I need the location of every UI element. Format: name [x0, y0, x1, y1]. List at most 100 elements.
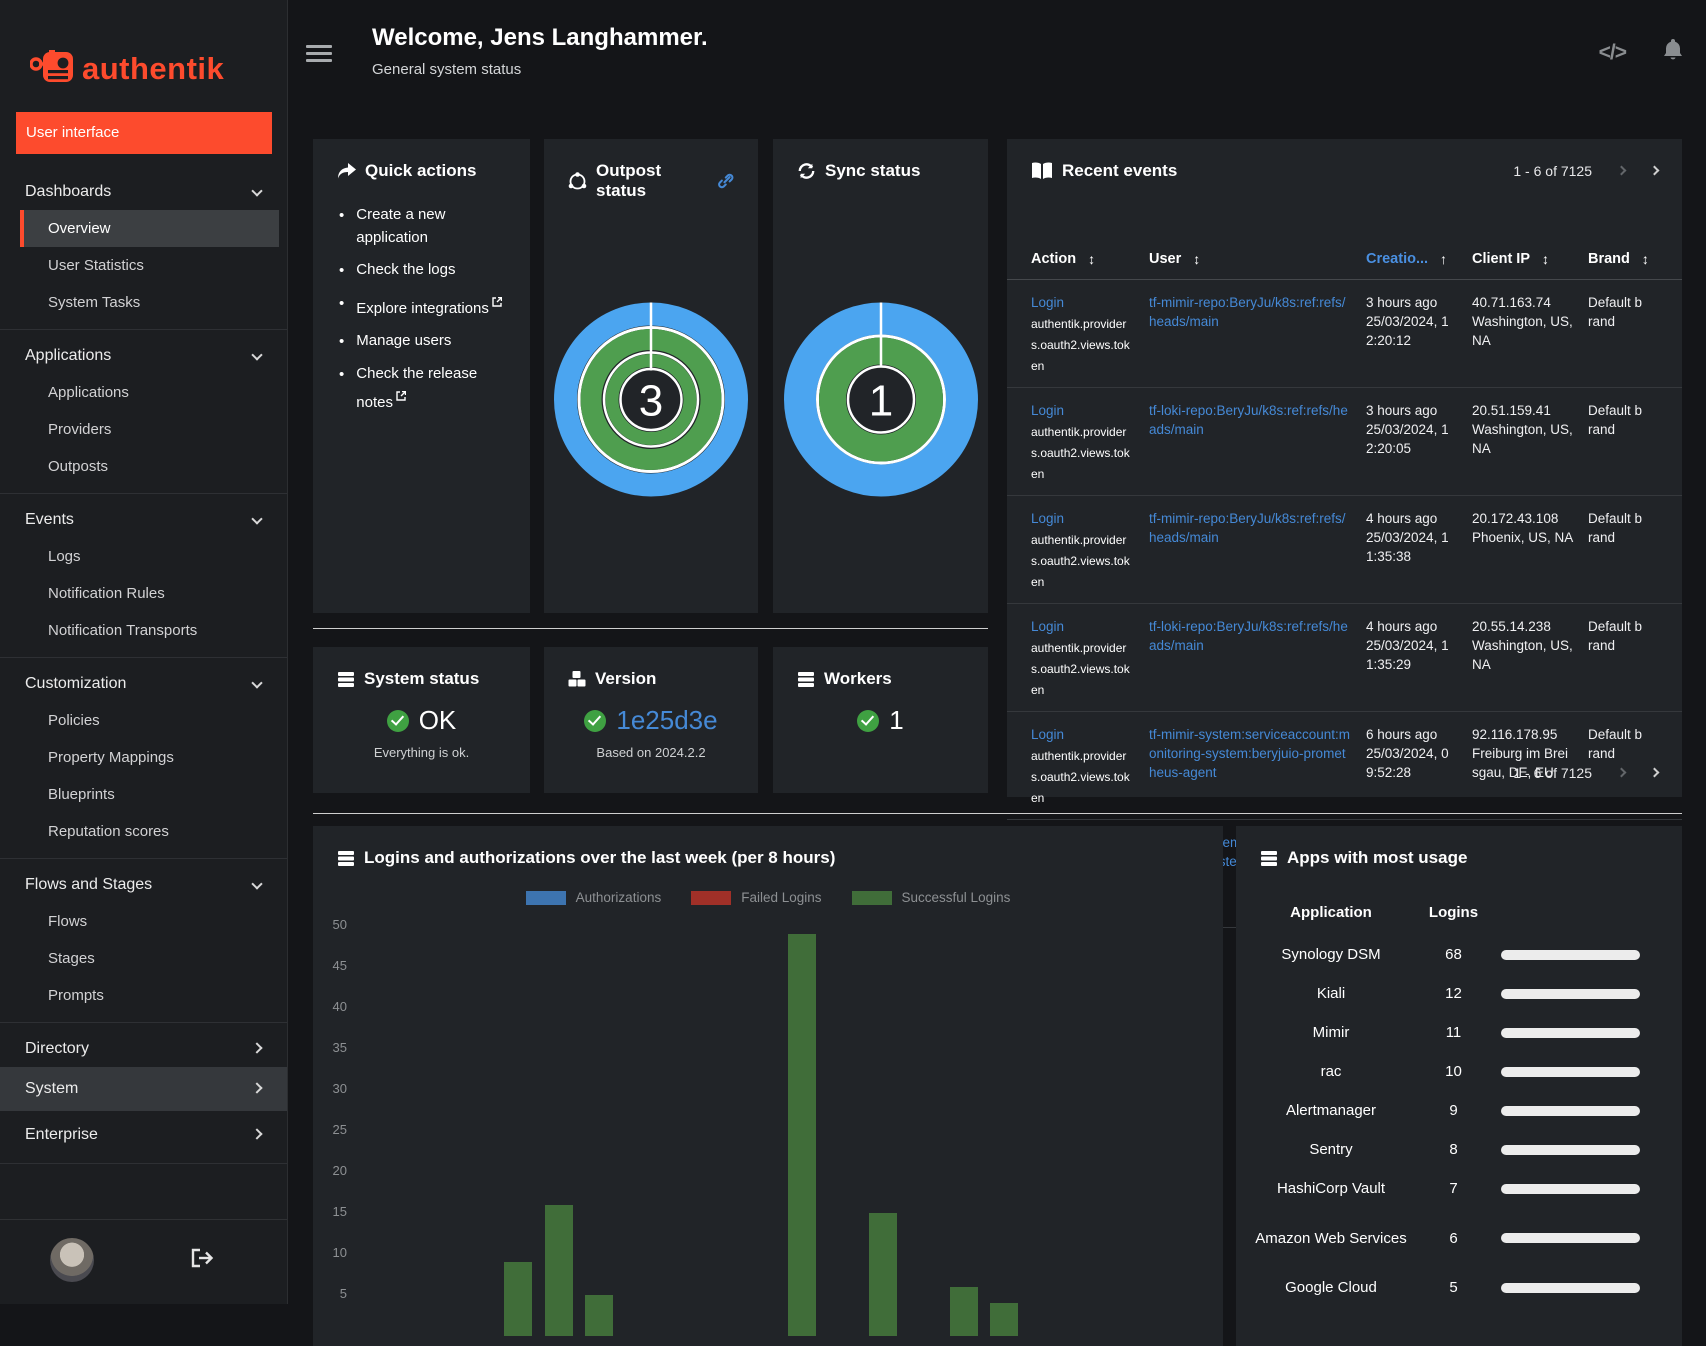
sidebar-item[interactable]: System Tasks [0, 284, 287, 321]
sidebar-item[interactable]: Providers [0, 411, 287, 448]
sidebar-group-header[interactable]: Customization [0, 660, 287, 702]
sidebar-group-items: Policies Property Mappings Blueprints Re… [0, 702, 287, 850]
chart-bar[interactable] [585, 1295, 613, 1336]
sidebar-item[interactable]: Blueprints [0, 776, 287, 813]
column-header[interactable]: Client IP ↕ [1472, 241, 1588, 279]
sidebar-item[interactable]: Stages [0, 940, 287, 977]
event-user-link[interactable]: tf-mimir-system:serviceaccount:monitorin… [1149, 727, 1350, 780]
chevron-icon [251, 513, 263, 525]
event-action-link[interactable]: Login [1031, 295, 1064, 310]
system-status-value: OK [418, 705, 457, 735]
event-action-link[interactable]: Login [1031, 619, 1064, 634]
sidebar-item[interactable]: Prompts [0, 977, 287, 1014]
bullet-icon: • [339, 262, 345, 279]
sidebar-group-header[interactable]: Dashboards [0, 168, 287, 210]
quick-action-link[interactable]: Manage users [356, 329, 451, 353]
sidebar-item[interactable]: Reputation scores [0, 813, 287, 850]
column-header[interactable]: Creatio... ↑ [1366, 241, 1472, 279]
event-action-link[interactable]: Login [1031, 727, 1064, 742]
sidebar-item[interactable]: Applications [0, 374, 287, 411]
sort-icon[interactable]: ↕ [1642, 251, 1649, 267]
sidebar-item[interactable]: Property Mappings [0, 739, 287, 776]
quick-action-link[interactable]: Explore integrations [356, 291, 503, 320]
chart-bar[interactable] [504, 1262, 532, 1336]
event-user-link[interactable]: tf-loki-repo:BeryJu/k8s:ref:refs/heads/m… [1149, 403, 1348, 437]
link-icon[interactable] [718, 172, 734, 190]
usage-progress-bar [1501, 1144, 1640, 1155]
app-usage-row[interactable]: Amazon Web Services 6 [1236, 1208, 1682, 1268]
sidebar-user-area [0, 1219, 287, 1304]
event-action-link[interactable]: Login [1031, 511, 1064, 526]
event-user-link[interactable]: tf-mimir-repo:BeryJu/k8s:ref:refs/heads/… [1149, 295, 1346, 329]
quick-action-link[interactable]: Check the logs [356, 258, 455, 282]
pagination-bottom: 1 - 6 of 7125 [1513, 765, 1660, 781]
sync-status-donut[interactable]: 1 [781, 300, 981, 505]
chart-bar[interactable] [787, 934, 816, 1336]
event-date: 25/03/2024, 09:52:28 [1366, 746, 1449, 780]
notifications-bell-icon[interactable] [1662, 38, 1684, 67]
next-page-icon[interactable] [1649, 767, 1660, 777]
column-header[interactable]: Brand ↕ [1588, 241, 1658, 279]
sidebar-item[interactable]: Policies [0, 702, 287, 739]
event-user-cell: tf-mimir-repo:BeryJu/k8s:ref:refs/heads/… [1149, 280, 1366, 387]
app-usage-row[interactable]: Synology DSM 68 [1236, 935, 1682, 974]
avatar[interactable] [50, 1238, 94, 1282]
outpost-status-donut[interactable]: 3 [551, 300, 751, 505]
quick-action-label: Explore integrations [356, 300, 489, 317]
chart-bar[interactable] [990, 1303, 1018, 1336]
event-relative-time: 6 hours ago [1366, 727, 1438, 742]
sidebar-divider [0, 657, 287, 658]
logout-icon[interactable] [190, 1247, 214, 1274]
sort-icon[interactable]: ↕ [1193, 251, 1200, 267]
sidebar-group-header[interactable]: Applications [0, 332, 287, 374]
event-action-link[interactable]: Login [1031, 403, 1064, 418]
app-usage-row[interactable]: Sentry 8 [1236, 1130, 1682, 1169]
app-usage-row[interactable]: HashiCorp Vault 7 [1236, 1169, 1682, 1208]
hamburger-menu-icon[interactable] [306, 41, 332, 66]
sort-icon[interactable]: ↕ [1542, 251, 1549, 267]
sidebar-group-header[interactable]: Flows and Stages [0, 861, 287, 903]
api-code-icon[interactable]: </> [1599, 41, 1627, 65]
sidebar-group-header[interactable]: Directory [0, 1025, 287, 1067]
event-brand: Default brand [1588, 295, 1643, 329]
next-page-icon[interactable] [1649, 165, 1660, 175]
user-interface-button[interactable]: User interface [16, 112, 272, 154]
app-usage-row[interactable]: rac 10 [1236, 1052, 1682, 1091]
version-card: Version 1e25d3e Based on 2024.2.2 [544, 647, 758, 793]
event-user-link[interactable]: tf-mimir-repo:BeryJu/k8s:ref:refs/heads/… [1149, 511, 1346, 545]
sidebar-group-header[interactable]: Enterprise [0, 1111, 287, 1153]
apps-usage-card: Apps with most usage Application Logins … [1236, 826, 1682, 1346]
app-usage-row[interactable]: Google Cloud 5 [1236, 1268, 1682, 1307]
sidebar-group-header[interactable]: System [0, 1067, 287, 1111]
quick-action-link[interactable]: Create a new application [356, 203, 512, 249]
prev-page-icon[interactable] [1616, 165, 1627, 175]
event-row[interactable]: Login authentik.providers.oauth2.views.t… [1007, 496, 1682, 604]
app-usage-row[interactable]: Kiali 12 [1236, 974, 1682, 1013]
sidebar-group-header[interactable]: Events [0, 496, 287, 538]
app-usage-row[interactable]: Mimir 11 [1236, 1013, 1682, 1052]
sidebar-item[interactable]: Overview [20, 210, 279, 247]
prev-page-icon[interactable] [1616, 767, 1627, 777]
sidebar-item[interactable]: Outposts [0, 448, 287, 485]
event-row[interactable]: Login authentik.providers.oauth2.views.t… [1007, 388, 1682, 496]
chart-bar[interactable] [868, 1213, 897, 1336]
event-row[interactable]: Login authentik.providers.oauth2.views.t… [1007, 604, 1682, 712]
sidebar-item[interactable]: Notification Transports [0, 612, 287, 649]
app-usage-row[interactable]: Alertmanager 9 [1236, 1091, 1682, 1130]
sort-icon[interactable]: ↑ [1440, 251, 1447, 267]
chart-bar[interactable] [949, 1286, 978, 1336]
event-user-link[interactable]: tf-loki-repo:BeryJu/k8s:ref:refs/heads/m… [1149, 619, 1348, 653]
sidebar-item[interactable]: Flows [0, 903, 287, 940]
quick-action-link[interactable]: Check the release notes [356, 362, 512, 414]
sidebar-item[interactable]: Logs [0, 538, 287, 575]
sidebar-item[interactable]: Notification Rules [0, 575, 287, 612]
version-value-link[interactable]: 1e25d3e [616, 705, 717, 736]
chart-bar[interactable] [544, 1204, 573, 1336]
event-row[interactable]: Login authentik.providers.oauth2.views.t… [1007, 280, 1682, 388]
sidebar-item[interactable]: User Statistics [0, 247, 287, 284]
event-context: authentik.providers.oauth2.views.token [1031, 641, 1130, 697]
sort-icon[interactable]: ↕ [1088, 251, 1095, 267]
event-creation-cell: 3 hours ago 25/03/2024, 12:20:05 [1366, 388, 1472, 495]
column-header[interactable]: User ↕ [1149, 241, 1366, 279]
column-header[interactable]: Action ↕ [1031, 241, 1149, 279]
